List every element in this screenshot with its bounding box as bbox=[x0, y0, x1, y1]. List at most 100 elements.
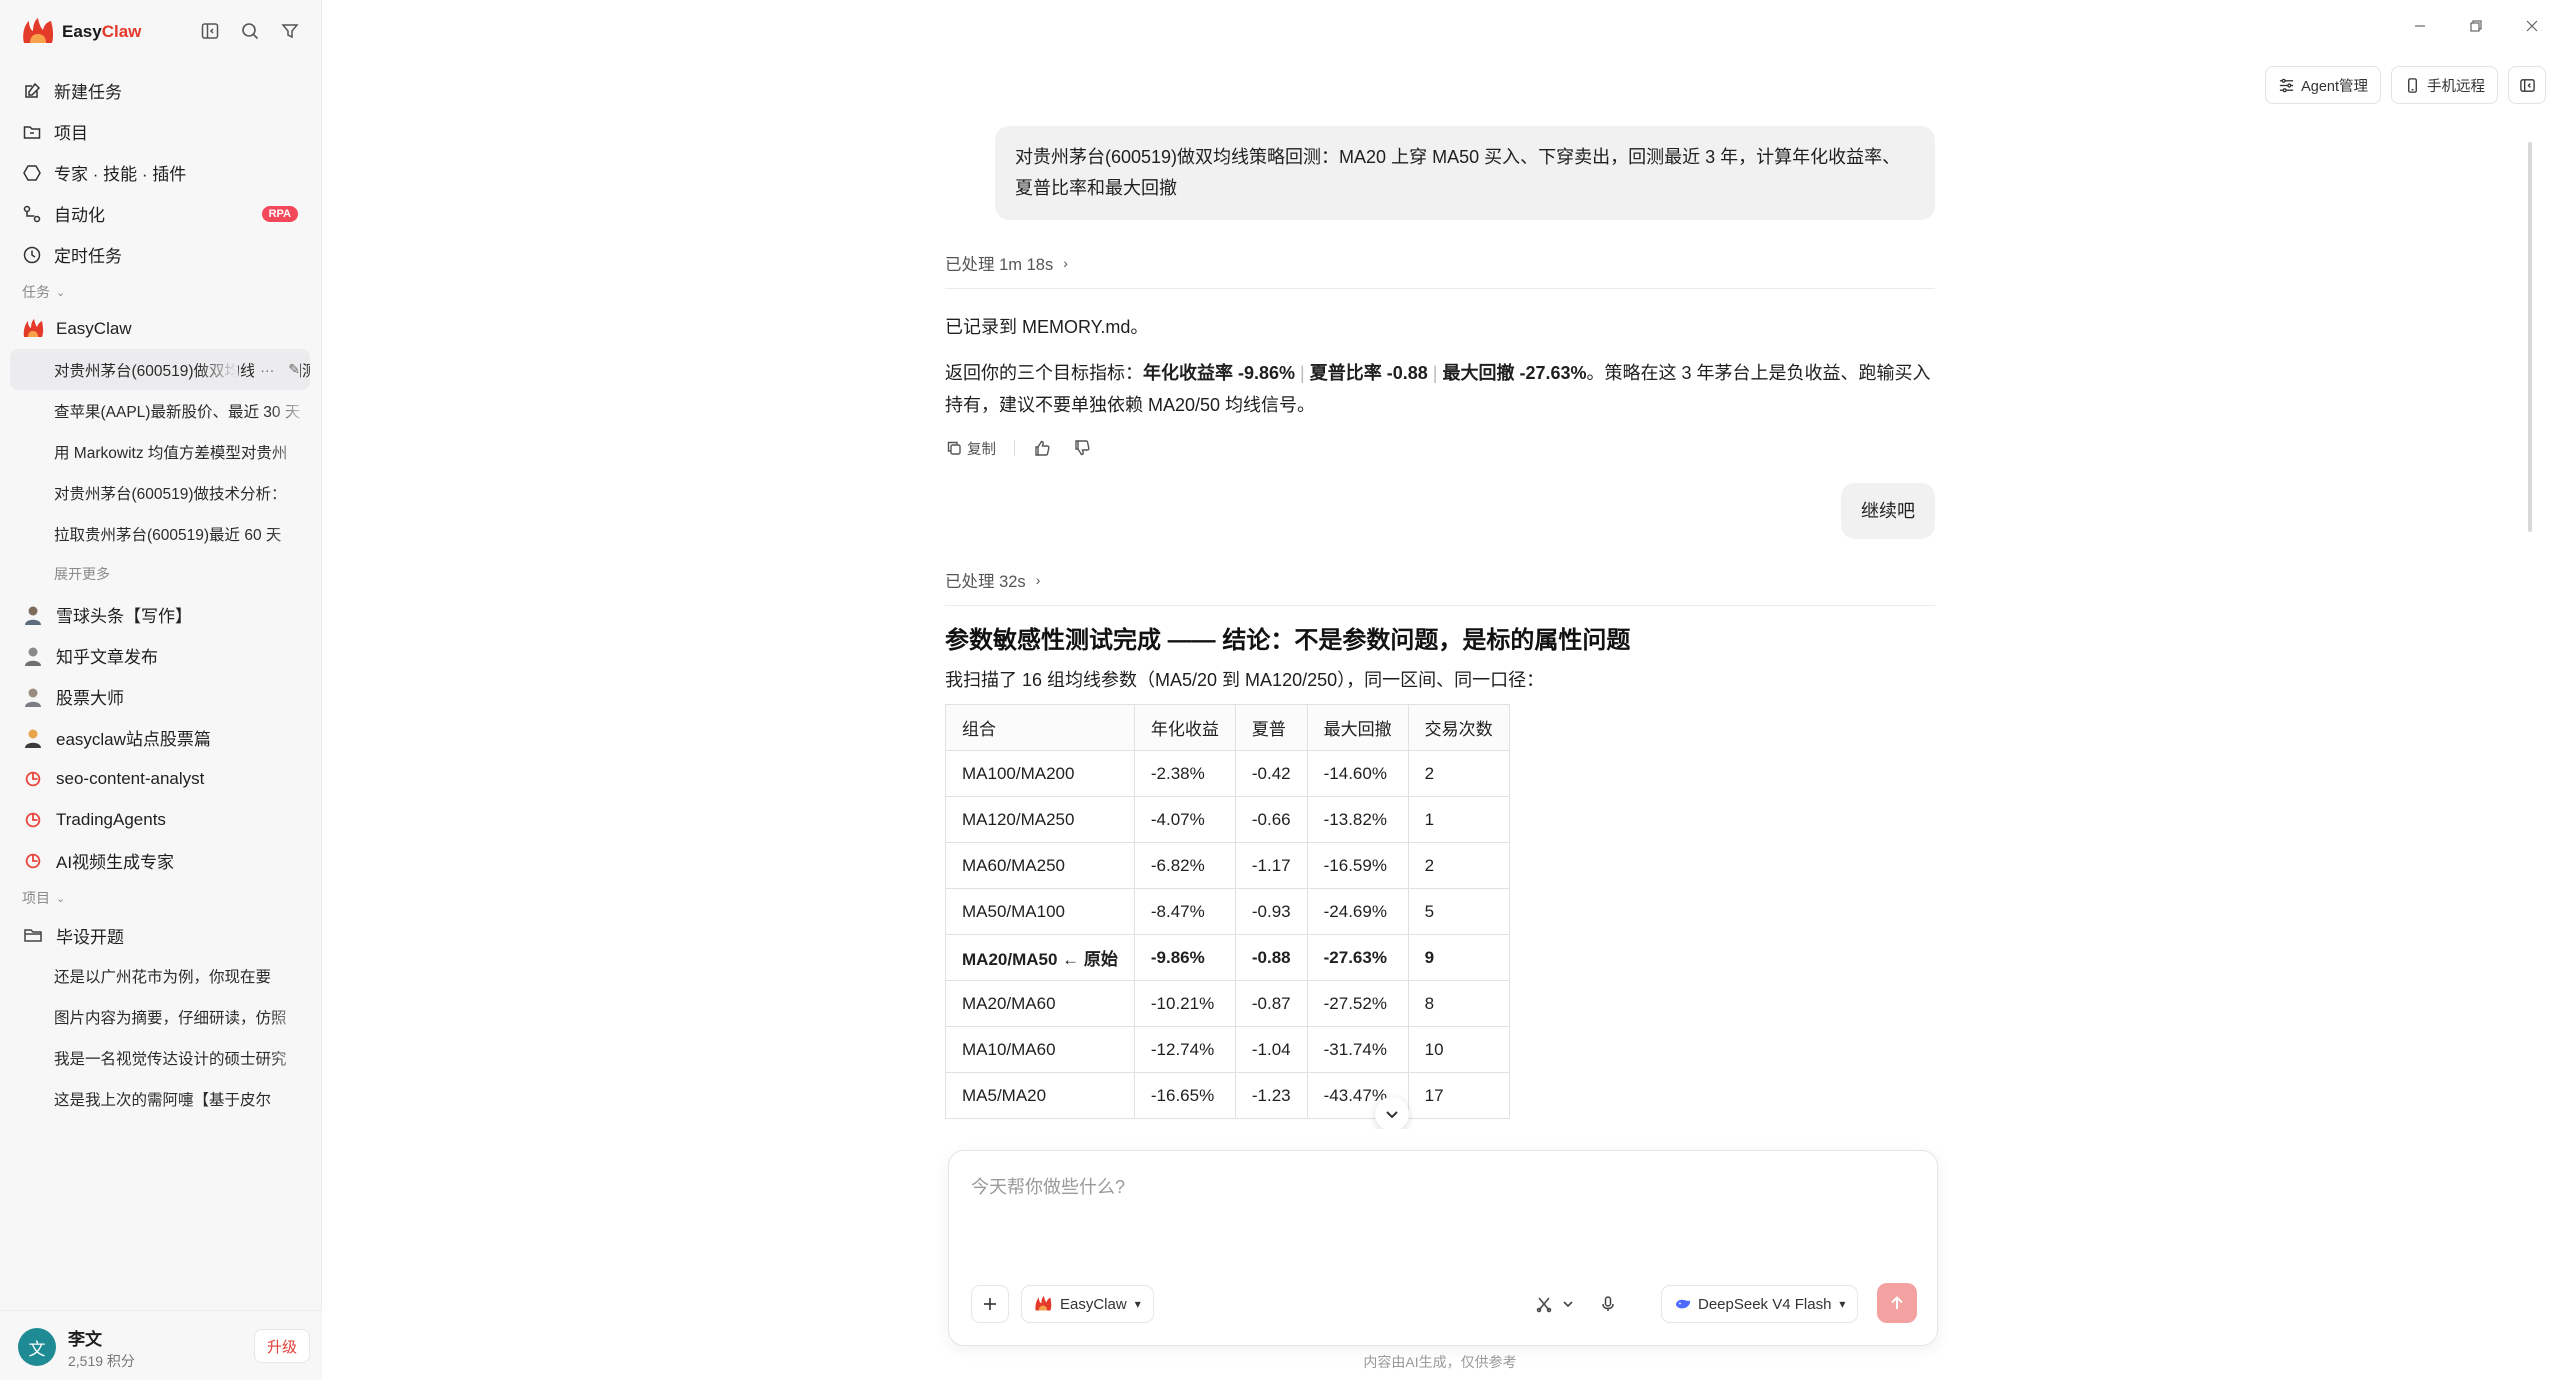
table-row: MA10/MA60 -12.74% -1.04 -31.74% 10 bbox=[945, 1026, 1510, 1073]
nav-automation[interactable]: 自动化 RPA bbox=[10, 193, 310, 234]
pin-icon[interactable]: ✎ bbox=[288, 361, 300, 378]
table-cell: MA10/MA60 bbox=[945, 1026, 1135, 1073]
project-item[interactable]: 图片内容为摘要，仔细研读，仿照 bbox=[10, 996, 310, 1037]
section-projects[interactable]: 项目 ⌄ bbox=[10, 881, 310, 915]
processed-toggle[interactable]: 已处理 1m 18s › bbox=[945, 248, 1935, 278]
table-cell: -24.69% bbox=[1306, 888, 1409, 935]
user-message: 对贵州茅台(600519)做双均线策略回测：MA20 上穿 MA50 买入、下穿… bbox=[995, 126, 1935, 220]
table-cell: -27.52% bbox=[1306, 980, 1409, 1027]
table-cell: -16.65% bbox=[1133, 1072, 1236, 1119]
sliders-icon bbox=[2279, 78, 2294, 92]
agent-item[interactable]: 知乎文章发布 bbox=[10, 635, 310, 676]
claw-icon bbox=[22, 768, 44, 790]
scrollbar[interactable] bbox=[2528, 142, 2532, 532]
table-cell: -9.86% bbox=[1133, 934, 1236, 981]
plugin-icon bbox=[23, 164, 41, 181]
copy-button[interactable]: 复制 bbox=[945, 438, 996, 459]
chevron-down-icon: ▾ bbox=[1839, 1297, 1846, 1311]
filter-icon[interactable] bbox=[279, 20, 301, 42]
table-row: MA100/MA200 -2.38% -0.42 -14.60% 2 bbox=[945, 750, 1510, 797]
panel-collapse-icon bbox=[2519, 78, 2535, 92]
microphone-icon[interactable] bbox=[1593, 1289, 1623, 1319]
show-more-link[interactable]: 展开更多 bbox=[10, 554, 310, 594]
results-table-wrapper[interactable]: 组合 年化收益 夏普 最大回撤 交易次数 MA100/MA200 -2.38% -0… bbox=[945, 704, 1935, 1129]
more-icon[interactable]: ··· bbox=[260, 362, 274, 378]
folder-open-icon bbox=[24, 929, 42, 942]
thumbs-down-icon[interactable] bbox=[1073, 439, 1095, 457]
table-header: 组合 bbox=[945, 704, 1135, 751]
deepseek-whale-icon bbox=[1676, 1299, 1691, 1309]
answer-heading: 参数敏感性测试完成 —— 结论：不是参数问题，是标的属性问题 bbox=[945, 627, 1631, 654]
agent-item[interactable]: AI视频生成专家 bbox=[10, 840, 310, 881]
chevron-down-icon[interactable] bbox=[1557, 1289, 1579, 1319]
nav-label: 自动化 bbox=[54, 206, 105, 225]
table-cell: -4.07% bbox=[1133, 796, 1236, 843]
person-avatar-icon bbox=[22, 686, 44, 708]
panel-toggle-button[interactable] bbox=[2508, 66, 2546, 104]
minimize-icon[interactable] bbox=[2392, 12, 2448, 40]
table-cell: -14.60% bbox=[1306, 750, 1409, 797]
nav-label: 新建任务 bbox=[54, 83, 122, 102]
search-icon[interactable] bbox=[239, 20, 261, 42]
agent-item[interactable]: TradingAgents bbox=[10, 799, 310, 840]
send-button[interactable] bbox=[1877, 1283, 1917, 1323]
assistant-text: 返回你的三个目标指标：年化收益率 -9.86% | 夏普比率 -0.88 | 最大回撤 … bbox=[945, 363, 1931, 415]
table-cell: -10.21% bbox=[1133, 980, 1236, 1027]
project-item[interactable]: 我是一名视觉传达设计的硕士研究 bbox=[10, 1037, 310, 1078]
arrow-up-icon bbox=[1891, 1296, 1903, 1309]
close-icon[interactable] bbox=[2504, 12, 2560, 40]
project-item[interactable]: 这是我上次的需阿嚏【基于皮尔 bbox=[10, 1078, 310, 1119]
user-panel[interactable]: 文 李文 2,519 积分 升级 bbox=[0, 1310, 322, 1380]
task-item[interactable]: 拉取贵州茅台(600519)最近 60 天 bbox=[10, 513, 310, 554]
table-cell: -12.74% bbox=[1133, 1026, 1236, 1073]
agent-item[interactable]: easyclaw站点股票篇 bbox=[10, 717, 310, 758]
add-button[interactable] bbox=[971, 1285, 1009, 1323]
table-cell: MA60/MA250 bbox=[945, 842, 1135, 889]
nav-projects[interactable]: 项目 bbox=[10, 111, 310, 152]
table-header: 夏普 bbox=[1234, 704, 1308, 751]
table-cell: MA5/MA20 bbox=[945, 1072, 1135, 1119]
task-item[interactable]: 用 Markowitz 均值方差模型对贵州 bbox=[10, 431, 310, 472]
project-group[interactable]: 毕设开题 bbox=[10, 915, 310, 955]
project-item[interactable]: 还是以广州花市为例，你现在要 bbox=[10, 955, 310, 996]
mobile-remote-button[interactable]: 手机远程 bbox=[2391, 66, 2498, 104]
table-cell: 17 bbox=[1407, 1072, 1510, 1119]
restore-icon[interactable] bbox=[2448, 12, 2504, 40]
easyclaw-logo-icon bbox=[23, 18, 54, 43]
table-row: MA50/MA100 -8.47% -0.93 -24.69% 5 bbox=[945, 888, 1510, 935]
chevron-right-icon: › bbox=[1035, 572, 1041, 588]
task-item[interactable]: 对贵州茅台(600519)做双均线策略回测 ··· ✎ bbox=[10, 349, 310, 390]
nav-new-task[interactable]: 新建任务 bbox=[10, 70, 310, 111]
model-select[interactable]: DeepSeek V4 Flash ▾ bbox=[1661, 1285, 1859, 1323]
thumbs-up-icon[interactable] bbox=[1033, 439, 1055, 457]
sidebar-toggle-icon[interactable] bbox=[199, 20, 221, 42]
agent-item[interactable]: seo-content-analyst bbox=[10, 758, 310, 799]
avatar[interactable]: 文 bbox=[18, 1328, 56, 1366]
upgrade-button[interactable]: 升级 bbox=[254, 1329, 310, 1363]
table-cell: MA120/MA250 bbox=[945, 796, 1135, 843]
chevron-down-icon bbox=[1386, 1111, 1398, 1119]
nav-scheduled-tasks[interactable]: 定时任务 bbox=[10, 234, 310, 275]
tools-icon[interactable] bbox=[1529, 1289, 1559, 1319]
agent-item[interactable]: 雪球头条【写作】 bbox=[10, 594, 310, 635]
assistant-text: 已记录到 MEMORY.md。 bbox=[945, 317, 1149, 337]
processed-toggle[interactable]: 已处理 32s › bbox=[945, 565, 1935, 595]
nav-label: 项目 bbox=[54, 124, 88, 143]
metric-sharpe: 夏普比率 -0.88 bbox=[1309, 363, 1428, 383]
agent-item[interactable]: 股票大师 bbox=[10, 676, 310, 717]
chat-input[interactable] bbox=[971, 1173, 1911, 1233]
task-item[interactable]: 查苹果(AAPL)最新股价、最近 30 天 bbox=[10, 390, 310, 431]
table-cell: -0.93 bbox=[1234, 888, 1308, 935]
group-title: EasyClaw bbox=[56, 319, 132, 338]
scroll-to-bottom-button[interactable] bbox=[1375, 1097, 1409, 1129]
brand[interactable]: EasyClaw bbox=[20, 16, 141, 48]
table-cell: -1.23 bbox=[1234, 1072, 1308, 1119]
phone-icon bbox=[2408, 77, 2417, 93]
task-group-easyclaw[interactable]: EasyClaw bbox=[10, 309, 310, 349]
table-row: MA60/MA250 -6.82% -1.17 -16.59% 2 bbox=[945, 842, 1510, 889]
task-item[interactable]: 对贵州茅台(600519)做技术分析： bbox=[10, 472, 310, 513]
agent-select[interactable]: EasyClaw ▾ bbox=[1021, 1285, 1154, 1323]
agent-management-button[interactable]: Agent管理 bbox=[2265, 66, 2381, 104]
section-tasks[interactable]: 任务 ⌄ bbox=[10, 275, 310, 309]
nav-experts-skills-plugins[interactable]: 专家 · 技能 · 插件 bbox=[10, 152, 310, 193]
